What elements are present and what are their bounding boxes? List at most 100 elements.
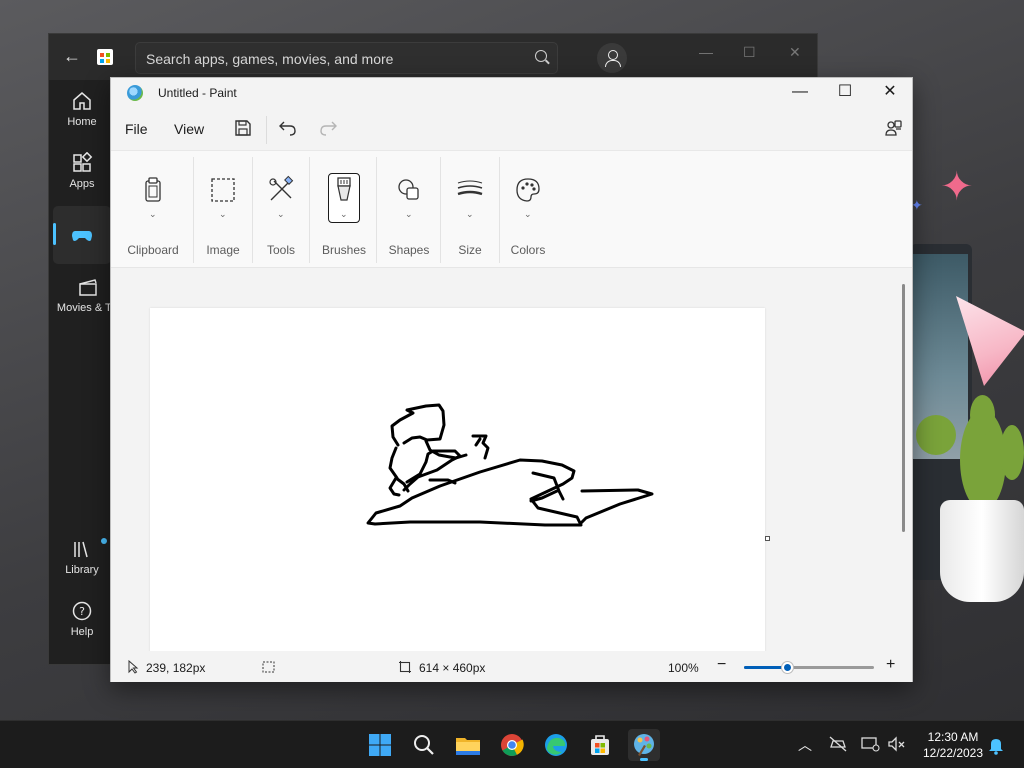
minimize-button[interactable]: — bbox=[777, 78, 823, 108]
sidebar-item-gaming[interactable] bbox=[53, 206, 111, 264]
zoom-out-button[interactable]: − bbox=[717, 656, 726, 674]
window-title: Untitled - Paint bbox=[158, 86, 237, 100]
store-bag-icon bbox=[591, 735, 609, 755]
paint-window[interactable]: Untitled - Paint — ☐ ✕ File View ⌄ Clipb… bbox=[110, 77, 913, 682]
redo-icon[interactable] bbox=[318, 118, 338, 138]
taskbar-paint[interactable] bbox=[628, 729, 660, 761]
zoom-slider[interactable] bbox=[744, 662, 874, 673]
ribbon-divider bbox=[193, 157, 194, 263]
tools-icon bbox=[269, 175, 294, 201]
store-search-input[interactable]: Search apps, games, movies, and more bbox=[135, 42, 558, 74]
chevron-down-icon[interactable]: ⌄ bbox=[405, 209, 413, 220]
ribbon-label-clipboard: Clipboard bbox=[127, 243, 179, 257]
ribbon-group-size[interactable]: ⌄ Size bbox=[445, 151, 495, 267]
notification-bell-icon[interactable] bbox=[987, 735, 1005, 755]
store-sidebar: Home Apps Movies & TV Library ? Help bbox=[49, 80, 119, 666]
zoom-in-button[interactable]: + bbox=[886, 656, 895, 674]
taskbar-edge[interactable] bbox=[540, 729, 572, 761]
chevron-down-icon[interactable]: ⌄ bbox=[466, 209, 474, 220]
ribbon-group-clipboard[interactable]: ⌄ Clipboard bbox=[121, 151, 185, 267]
sidebar-item-label: Help bbox=[70, 626, 94, 638]
store-titlebar[interactable]: ← Search apps, games, movies, and more —… bbox=[49, 34, 817, 80]
chevron-down-icon[interactable]: ⌄ bbox=[219, 209, 227, 220]
ribbon-group-brushes[interactable]: ⌄ Brushes bbox=[315, 151, 373, 267]
zoom-slider-thumb[interactable] bbox=[781, 662, 793, 673]
clock-date: 12/22/2023 bbox=[922, 746, 984, 760]
chevron-down-icon[interactable]: ⌄ bbox=[340, 209, 348, 220]
search-icon bbox=[414, 735, 434, 755]
sidebar-item-help[interactable]: ? Help bbox=[53, 592, 111, 650]
account-icon[interactable] bbox=[597, 43, 627, 73]
show-hidden-icons-chevron-icon[interactable]: ︿ bbox=[798, 735, 812, 755]
library-icon bbox=[74, 541, 88, 558]
cursor-pointer-icon bbox=[128, 660, 139, 674]
select-rectangle-icon bbox=[211, 178, 235, 202]
clipboard-icon bbox=[145, 177, 161, 202]
taskbar: ︿ 12:30 AM 12/22/2023 bbox=[0, 720, 1024, 768]
zoom-percentage[interactable]: 100% bbox=[668, 661, 699, 675]
search-icon[interactable] bbox=[535, 50, 547, 62]
taskbar-search-button[interactable] bbox=[408, 729, 440, 761]
close-button[interactable]: ✕ bbox=[867, 78, 913, 108]
undo-icon[interactable] bbox=[278, 118, 298, 138]
back-arrow-icon[interactable]: ← bbox=[63, 46, 81, 67]
network-offline-icon[interactable] bbox=[828, 735, 848, 753]
sidebar-item-apps[interactable]: Apps bbox=[53, 144, 111, 202]
start-button[interactable] bbox=[364, 729, 396, 761]
volume-muted-icon[interactable] bbox=[886, 735, 906, 753]
ribbon-divider bbox=[376, 157, 377, 263]
drawing-canvas[interactable] bbox=[150, 308, 765, 651]
cursor-position: 239, 182px bbox=[146, 661, 206, 675]
store-close-button[interactable]: ✕ bbox=[789, 44, 801, 61]
brush-icon bbox=[337, 177, 351, 201]
collaborate-icon[interactable] bbox=[885, 119, 903, 137]
sidebar-item-label: Home bbox=[67, 116, 97, 128]
ribbon-group-shapes[interactable]: ⌄ Shapes bbox=[381, 151, 437, 267]
menu-view[interactable]: View bbox=[174, 121, 204, 137]
ribbon-group-tools[interactable]: ⌄ Tools bbox=[257, 151, 305, 267]
desktop-background: ✦ ✦ ← Search apps, games, movies, and mo… bbox=[0, 0, 1024, 720]
maximize-button[interactable]: ☐ bbox=[822, 78, 868, 108]
clock-time: 12:30 AM bbox=[927, 730, 979, 744]
zoom-slider-fill bbox=[744, 666, 787, 669]
ribbon-group-colors[interactable]: ⌄ Colors bbox=[503, 151, 553, 267]
save-icon[interactable] bbox=[234, 119, 252, 137]
system-clock[interactable]: 12:30 AM 12/22/2023 bbox=[916, 729, 990, 761]
chevron-down-icon[interactable]: ⌄ bbox=[277, 209, 285, 220]
vertical-scrollbar[interactable] bbox=[902, 284, 905, 532]
wallpaper-cactus-pad bbox=[970, 395, 995, 435]
svg-text:?: ? bbox=[79, 605, 85, 618]
sidebar-item-label: Apps bbox=[69, 178, 95, 190]
chevron-down-icon[interactable]: ⌄ bbox=[524, 209, 532, 220]
sidebar-item-home[interactable]: Home bbox=[53, 82, 111, 140]
canvas-workspace[interactable] bbox=[111, 268, 899, 651]
ribbon-divider bbox=[252, 157, 253, 263]
apps-icon bbox=[73, 152, 93, 172]
help-icon: ? bbox=[72, 601, 92, 621]
paint-app-icon bbox=[127, 85, 143, 101]
canvas-size-icon bbox=[399, 661, 411, 673]
store-logo-icon bbox=[97, 49, 113, 65]
sidebar-item-library[interactable]: Library bbox=[53, 530, 111, 588]
display-icon[interactable] bbox=[860, 735, 880, 753]
shapes-icon bbox=[398, 179, 419, 200]
paint-titlebar[interactable]: Untitled - Paint — ☐ ✕ bbox=[111, 78, 912, 108]
store-maximize-button[interactable]: ☐ bbox=[743, 44, 756, 61]
menu-file[interactable]: File bbox=[125, 121, 148, 137]
status-bar: 239, 182px 614 × 460px 100% − + bbox=[111, 652, 912, 682]
chevron-down-icon[interactable]: ⌄ bbox=[149, 209, 157, 220]
paint-ribbon: ⌄ Clipboard ⌄ Image ⌄ Tools ⌄ Brushes ⌄ … bbox=[111, 150, 912, 268]
freehand-drawing bbox=[366, 403, 654, 527]
taskbar-chrome[interactable] bbox=[496, 729, 528, 761]
canvas-size: 614 × 460px bbox=[419, 661, 486, 675]
chrome-icon bbox=[501, 734, 524, 756]
store-minimize-button[interactable]: — bbox=[699, 44, 713, 60]
taskbar-microsoft-store[interactable] bbox=[584, 729, 616, 761]
movies-icon bbox=[79, 279, 97, 296]
canvas-resize-handle[interactable] bbox=[765, 536, 770, 541]
sidebar-item-label: Library bbox=[65, 564, 99, 576]
edge-icon bbox=[545, 734, 567, 756]
taskbar-file-explorer[interactable] bbox=[452, 729, 484, 761]
ribbon-group-image[interactable]: ⌄ Image bbox=[199, 151, 247, 267]
folder-icon bbox=[456, 738, 480, 755]
